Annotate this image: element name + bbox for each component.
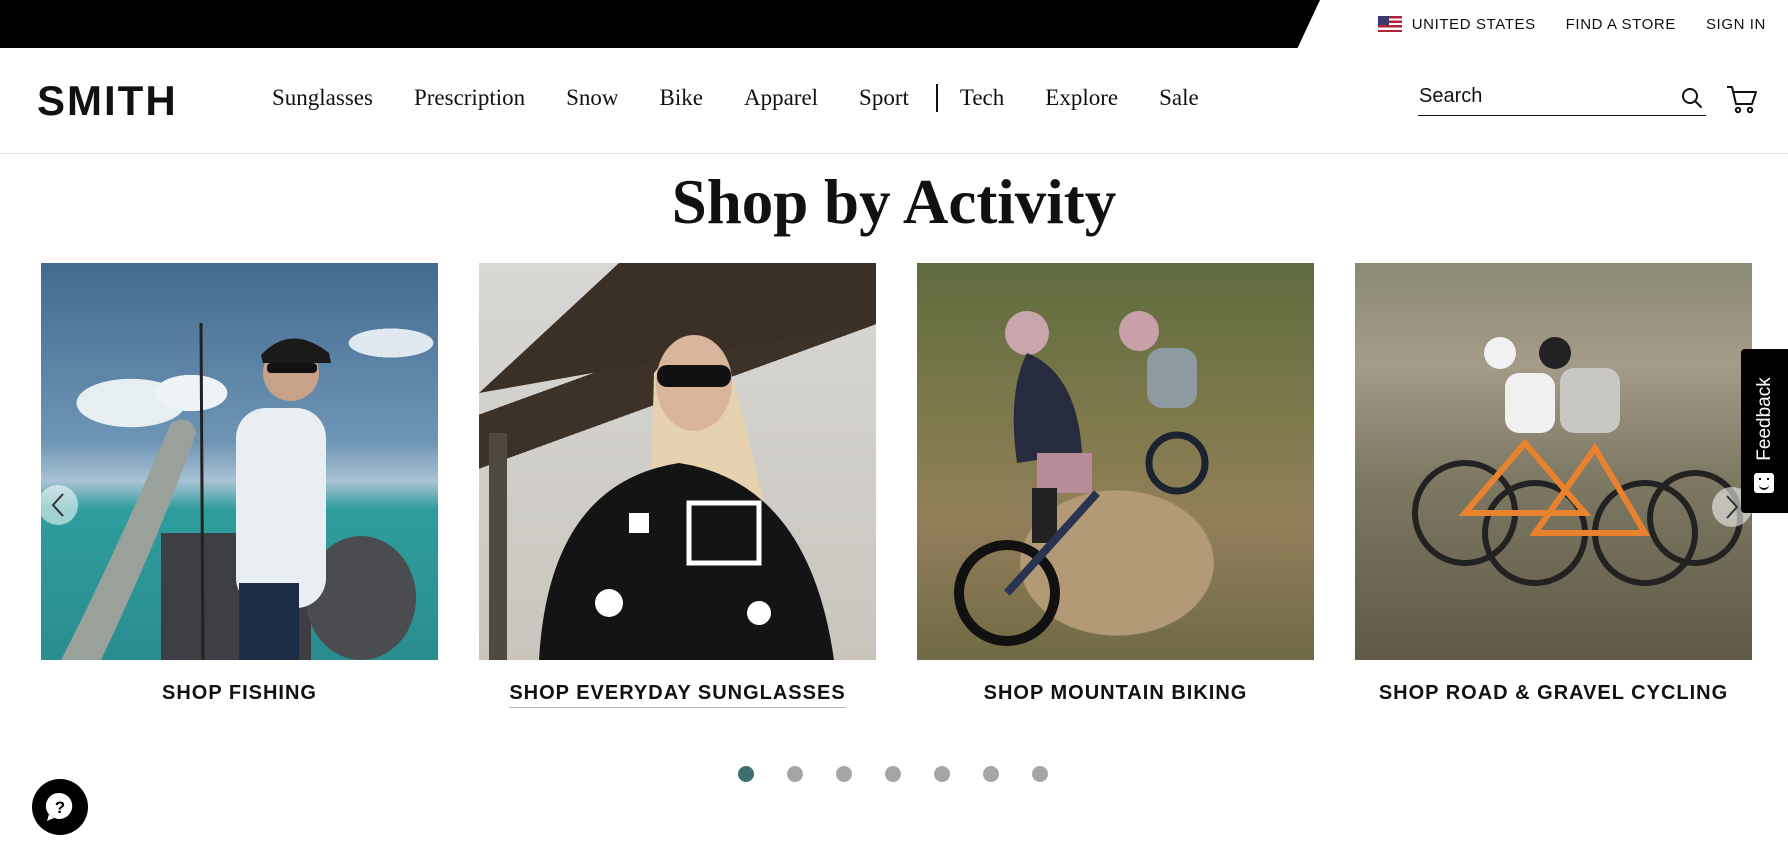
carousel-dot[interactable] — [934, 766, 950, 782]
nav-item-apparel[interactable]: Apparel — [744, 85, 818, 111]
carousel-dot[interactable] — [836, 766, 852, 782]
chevron-right-icon — [1726, 495, 1739, 519]
activity-card-road-gravel-cycling[interactable]: SHOP ROAD & GRAVEL CYCLING — [1355, 263, 1752, 705]
question-chat-icon: ? — [45, 792, 73, 821]
main-nav: Sunglasses Prescription Snow Bike Appare… — [272, 84, 1240, 112]
help-chat-button[interactable]: ? — [32, 779, 88, 835]
country-label: UNITED STATES — [1411, 15, 1536, 33]
nav-item-snow[interactable]: Snow — [566, 85, 618, 111]
mtb-figure-icon — [954, 311, 1209, 646]
nav-item-explore[interactable]: Explore — [1045, 85, 1118, 111]
mountain-biking-photo[interactable] — [917, 263, 1314, 660]
everyday-sunglasses-photo[interactable] — [479, 263, 876, 660]
svg-text:?: ? — [55, 798, 65, 817]
utility-bar-black-band — [0, 0, 1320, 48]
road-figure-icon — [1412, 337, 1743, 586]
cart-icon[interactable] — [1726, 84, 1758, 114]
fishing-figure-icon — [61, 322, 416, 660]
find-store-link[interactable]: FIND A STORE — [1566, 16, 1676, 33]
site-header: SMITH Sunglasses Prescription Snow Bike … — [0, 48, 1788, 154]
section-title: Shop by Activity — [671, 167, 1117, 237]
nav-divider — [935, 84, 938, 112]
nav-item-sunglasses[interactable]: Sunglasses — [272, 85, 373, 111]
chevron-left-icon — [51, 493, 64, 517]
sign-in-link[interactable]: SIGN IN — [1706, 16, 1766, 33]
nav-item-sale[interactable]: Sale — [1159, 85, 1199, 111]
search-box — [1418, 80, 1706, 116]
utility-bar: UNITED STATES FIND A STORE SIGN IN — [0, 0, 1788, 48]
carousel-dot[interactable] — [983, 766, 999, 782]
carousel-pagination — [738, 766, 1048, 782]
activity-card-label[interactable]: SHOP MOUNTAIN BIKING — [917, 682, 1314, 705]
carousel-dot[interactable] — [1032, 766, 1048, 782]
nav-item-bike[interactable]: Bike — [660, 85, 703, 111]
fishing-photo[interactable] — [41, 263, 438, 660]
nav-item-sport[interactable]: Sport — [859, 85, 909, 111]
carousel-prev-button[interactable] — [38, 485, 78, 525]
activity-card-label[interactable]: SHOP FISHING — [41, 682, 438, 705]
smith-logo[interactable]: SMITH — [37, 80, 178, 122]
smile-icon — [1754, 473, 1774, 493]
feedback-label: Feedback — [1753, 377, 1775, 461]
search-input[interactable] — [1419, 82, 1669, 110]
nav-item-prescription[interactable]: Prescription — [414, 85, 525, 111]
country-selector[interactable]: UNITED STATES — [1377, 15, 1536, 33]
road-gravel-cycling-photo[interactable] — [1355, 263, 1752, 660]
utility-links: UNITED STATES FIND A STORE SIGN IN — [1377, 0, 1766, 48]
search-icon[interactable] — [1680, 86, 1704, 110]
us-flag-icon — [1377, 16, 1402, 32]
carousel-dot[interactable] — [885, 766, 901, 782]
activity-card-fishing[interactable]: SHOP FISHING — [41, 263, 438, 705]
feedback-tab[interactable]: Feedback — [1741, 349, 1788, 513]
carousel-dot[interactable] — [787, 766, 803, 782]
activity-card-everyday-sunglasses[interactable]: SHOP EVERYDAY SUNGLASSES — [479, 263, 876, 708]
activity-card-mountain-biking[interactable]: SHOP MOUNTAIN BIKING — [917, 263, 1314, 705]
activity-card-label[interactable]: SHOP EVERYDAY SUNGLASSES — [479, 682, 876, 708]
activity-card-label[interactable]: SHOP ROAD & GRAVEL CYCLING — [1355, 682, 1752, 705]
everyday-figure-icon — [479, 263, 876, 660]
carousel-dot[interactable] — [738, 766, 754, 782]
nav-item-tech[interactable]: Tech — [960, 85, 1004, 111]
